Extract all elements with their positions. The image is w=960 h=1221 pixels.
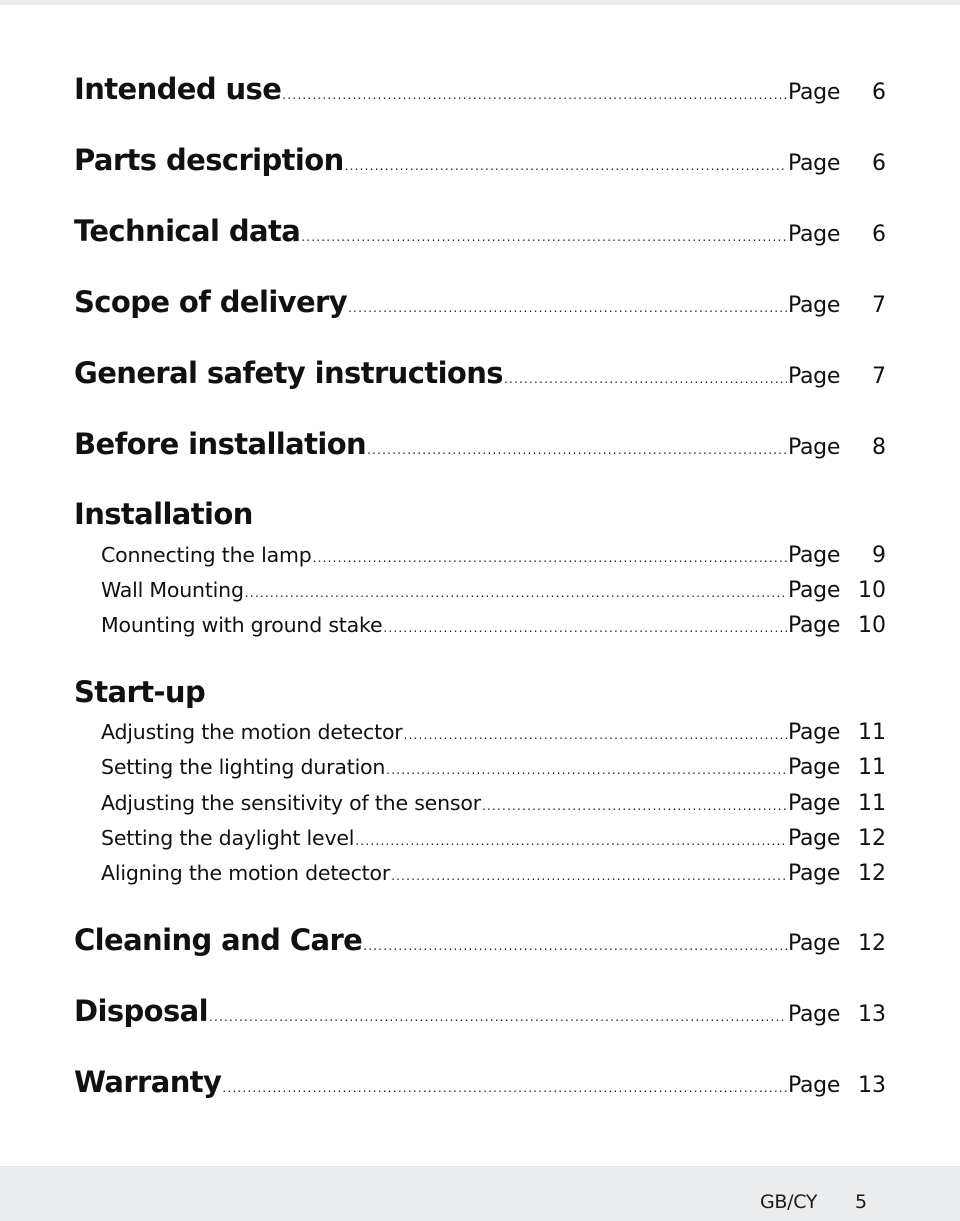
- toc-subentry-setting-daylight-level[interactable]: Setting the daylight level Page 12: [74, 826, 886, 851]
- toc-entry-label: Parts description: [74, 143, 344, 177]
- dot-leader: [245, 586, 787, 600]
- toc-subentry-wall-mounting[interactable]: Wall Mounting Page 10: [74, 578, 886, 603]
- toc-subentry-mounting-with-ground-stake[interactable]: Mounting with ground stake Page 10: [74, 613, 886, 638]
- footer-language-code: GB/CY: [760, 1191, 818, 1213]
- dot-leader: [301, 230, 787, 244]
- page-word: Page: [788, 151, 841, 176]
- toc-entry-page: 12: [858, 826, 886, 851]
- toc-entry-label: Mounting with ground stake: [101, 613, 383, 637]
- page-word: Page: [788, 293, 841, 318]
- toc-entry-parts-description[interactable]: Parts description Page 6: [74, 143, 886, 177]
- toc-entry-label: Setting the daylight level: [101, 826, 355, 850]
- toc-entry-page: 9: [872, 543, 886, 568]
- toc-entry-label: Warranty: [74, 1065, 222, 1099]
- page-word: Page: [788, 543, 841, 568]
- dot-leader: [391, 869, 787, 883]
- dot-leader: [504, 372, 787, 386]
- toc-entry-label: Aligning the motion detector: [101, 861, 391, 885]
- toc-entry-page: 13: [858, 1073, 886, 1098]
- page-word: Page: [788, 80, 841, 105]
- toc-entry-page: 13: [858, 1002, 886, 1027]
- toc-entry-page: 11: [858, 791, 886, 816]
- toc-entry-label: Wall Mounting: [101, 578, 244, 602]
- toc-entry-page: 8: [872, 435, 886, 460]
- page-word: Page: [788, 222, 841, 247]
- page-word: Page: [788, 364, 841, 389]
- toc-entry-disposal[interactable]: Disposal Page 13: [74, 994, 886, 1028]
- toc-entry-label: General safety instructions: [74, 356, 504, 390]
- toc-entry-page: 6: [872, 222, 886, 247]
- page-word: Page: [788, 613, 841, 638]
- toc-entry-page: 6: [872, 80, 886, 105]
- toc-entry-label: Cleaning and Care: [74, 923, 363, 957]
- toc-subentry-setting-lighting-duration[interactable]: Setting the lighting duration Page 11: [74, 755, 886, 780]
- page-word: Page: [788, 861, 841, 886]
- dot-leader: [367, 443, 787, 457]
- toc-entry-label: Setting the lighting duration: [101, 755, 386, 779]
- page-word: Page: [788, 931, 841, 956]
- toc-entry-technical-data[interactable]: Technical data Page 6: [74, 214, 886, 248]
- dot-leader: [348, 301, 787, 315]
- toc-subentry-adjusting-sensor-sensitivity[interactable]: Adjusting the sensitivity of the sensor …: [74, 791, 886, 816]
- toc-entry-page: 7: [872, 293, 886, 318]
- dot-leader: [313, 551, 787, 565]
- page-word: Page: [788, 791, 841, 816]
- page-word: Page: [788, 1002, 841, 1027]
- dot-leader: [282, 88, 787, 102]
- toc-entry-intended-use[interactable]: Intended use Page 6: [74, 72, 886, 106]
- toc-entry-page: 10: [858, 613, 886, 638]
- top-band: [0, 0, 960, 5]
- toc-entry-page: 12: [858, 861, 886, 886]
- dot-leader: [404, 728, 787, 742]
- toc-entry-cleaning-and-care[interactable]: Cleaning and Care Page 12: [74, 923, 886, 957]
- dot-leader: [355, 834, 787, 848]
- toc-subentry-aligning-motion-detector[interactable]: Aligning the motion detector Page 12: [74, 861, 886, 886]
- dot-leader: [345, 159, 787, 173]
- toc-entry-page: 12: [858, 931, 886, 956]
- toc-entry-page: 11: [858, 755, 886, 780]
- page-word: Page: [788, 1073, 841, 1098]
- toc-entry-label: Adjusting the sensitivity of the sensor: [101, 791, 481, 815]
- page-word: Page: [788, 578, 841, 603]
- page-word: Page: [788, 755, 841, 780]
- toc-entry-scope-of-delivery[interactable]: Scope of delivery Page 7: [74, 285, 886, 319]
- toc-entry-label: Before installation: [74, 427, 367, 461]
- dot-leader: [222, 1081, 787, 1095]
- dot-leader: [383, 621, 787, 635]
- dot-leader: [209, 1010, 787, 1024]
- toc-entry-label: Intended use: [74, 72, 282, 106]
- toc-entry-general-safety-instructions[interactable]: General safety instructions Page 7: [74, 356, 886, 390]
- section-heading-installation: Installation: [74, 497, 253, 531]
- toc-entry-page: 10: [858, 578, 886, 603]
- toc-entry-warranty[interactable]: Warranty Page 13: [74, 1065, 886, 1099]
- dot-leader: [482, 799, 787, 813]
- toc-entry-label: Adjusting the motion detector: [101, 720, 403, 744]
- toc-entry-label: Disposal: [74, 994, 209, 1028]
- toc-entry-page: 11: [858, 720, 886, 745]
- page-word: Page: [788, 826, 841, 851]
- toc-entry-label: Scope of delivery: [74, 285, 348, 319]
- toc-entry-before-installation[interactable]: Before installation Page 8: [74, 427, 886, 461]
- dot-leader: [363, 939, 787, 953]
- page-word: Page: [788, 720, 841, 745]
- toc-entry-label: Connecting the lamp: [101, 543, 312, 567]
- toc-entry-page: 7: [872, 364, 886, 389]
- toc-entry-page: 6: [872, 151, 886, 176]
- dot-leader: [386, 763, 787, 777]
- section-heading-start-up: Start-up: [74, 675, 206, 709]
- footer-page-number: 5: [855, 1191, 868, 1213]
- toc-subentry-adjusting-motion-detector[interactable]: Adjusting the motion detector Page 11: [74, 720, 886, 745]
- page-word: Page: [788, 435, 841, 460]
- toc-subentry-connecting-the-lamp[interactable]: Connecting the lamp Page 9: [74, 543, 886, 568]
- toc-entry-label: Technical data: [74, 214, 301, 248]
